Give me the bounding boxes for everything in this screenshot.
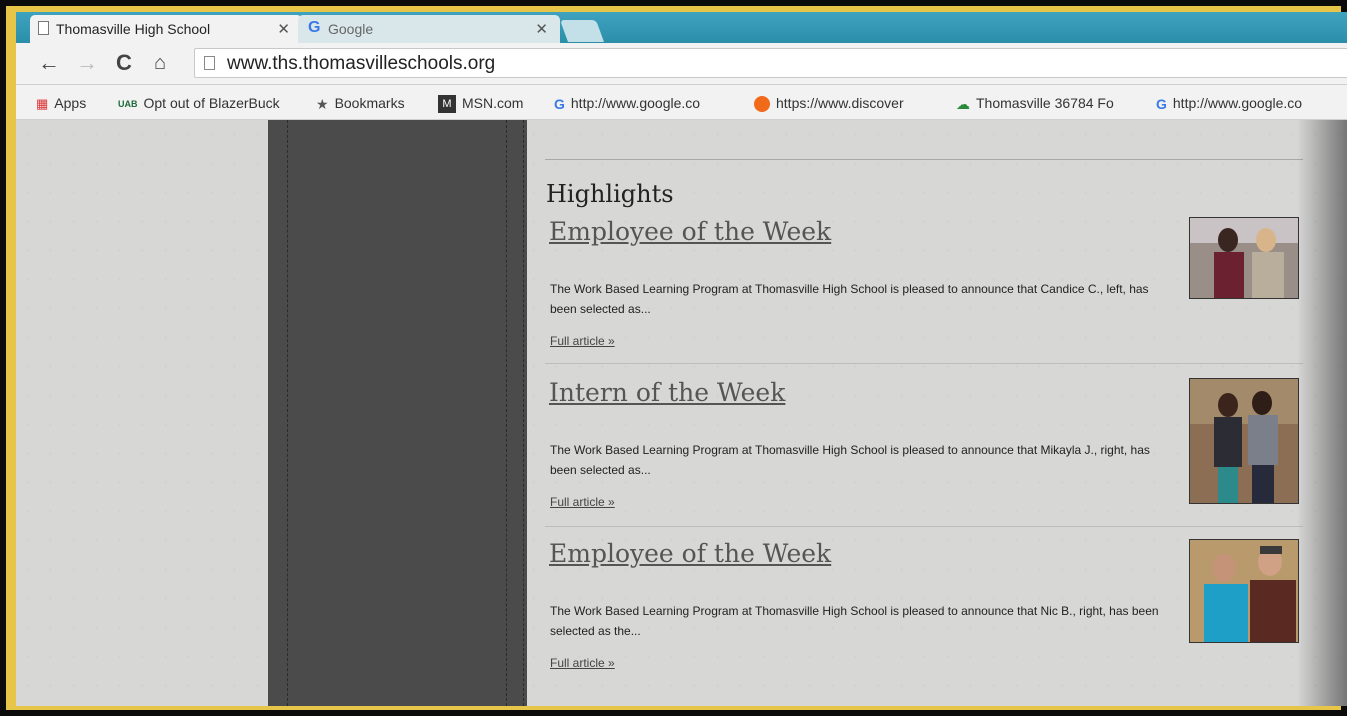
- close-icon[interactable]: ✕: [277, 20, 290, 38]
- bookmark-apps[interactable]: ▦ Apps: [36, 93, 86, 113]
- article-photo[interactable]: [1189, 217, 1299, 299]
- full-article-link[interactable]: Full article »: [550, 334, 615, 348]
- page-info-icon[interactable]: [204, 56, 215, 70]
- article-title-link[interactable]: Intern of the Week: [549, 378, 785, 407]
- google-icon: G: [308, 19, 321, 36]
- star-icon: ★: [316, 96, 329, 113]
- home-icon[interactable]: ⌂: [154, 51, 166, 75]
- forward-arrow-icon[interactable]: →: [76, 51, 98, 75]
- page-icon: [38, 21, 49, 35]
- msn-icon: M: [438, 95, 456, 113]
- divider: [545, 363, 1303, 364]
- tab-label: Google: [328, 21, 374, 37]
- url-text: www.ths.thomasvilleschools.org: [227, 53, 496, 74]
- bookmark-blazerbuck[interactable]: UAB Opt out of BlazerBuck: [118, 93, 303, 113]
- main-content: Highlights Employee of the Week The Work…: [527, 120, 1347, 706]
- weather-icon: ☁: [956, 96, 970, 113]
- dark-sidebar-column: [268, 120, 527, 706]
- google-icon: G: [1156, 96, 1167, 113]
- uab-icon: UAB: [118, 99, 138, 110]
- stitch-line: [506, 120, 507, 706]
- article-summary: The Work Based Learning Program at Thoma…: [550, 604, 1159, 638]
- article-summary: The Work Based Learning Program at Thoma…: [550, 443, 1150, 477]
- article-title-link[interactable]: Employee of the Week: [549, 539, 831, 568]
- divider: [545, 526, 1303, 527]
- browser-window: Thomasville High School ✕ G Google ✕ ← →…: [16, 12, 1347, 706]
- full-article-link[interactable]: Full article »: [550, 656, 615, 670]
- divider: [545, 159, 1303, 160]
- section-title: Highlights: [546, 180, 674, 208]
- article-item: Intern of the Week The Work Based Learni…: [545, 378, 1309, 538]
- google-icon: G: [554, 96, 565, 113]
- bookmark-google-2[interactable]: Ghttp://www.google.co: [1156, 93, 1346, 113]
- new-tab-button[interactable]: [559, 20, 605, 42]
- tab-label: Thomasville High School: [56, 21, 211, 37]
- bookmark-google-1[interactable]: Ghttp://www.google.co: [554, 93, 740, 113]
- stitch-line: [523, 120, 524, 706]
- bookmark-folder-bookmarks[interactable]: ★ Bookmarks: [316, 93, 405, 113]
- back-arrow-icon[interactable]: ←: [38, 51, 60, 75]
- edge-shadow: [1297, 120, 1347, 706]
- article-summary: The Work Based Learning Program at Thoma…: [550, 282, 1149, 316]
- article-item: Employee of the Week The Work Based Lear…: [549, 539, 1309, 699]
- address-bar[interactable]: www.ths.thomasvilleschools.org: [194, 48, 1347, 78]
- tab-google[interactable]: G Google ✕: [298, 15, 560, 43]
- tab-strip: Thomasville High School ✕ G Google ✕: [16, 12, 1347, 43]
- tab-thomasville[interactable]: Thomasville High School ✕: [30, 15, 302, 43]
- bookmark-msn[interactable]: M MSN.com: [438, 93, 523, 113]
- full-article-link[interactable]: Full article »: [550, 495, 615, 509]
- article-item: Employee of the Week The Work Based Lear…: [545, 217, 1309, 377]
- article-photo[interactable]: [1189, 378, 1299, 504]
- article-title-link[interactable]: Employee of the Week: [549, 217, 831, 246]
- apps-grid-icon: ▦: [36, 96, 49, 112]
- stitch-line: [287, 120, 288, 706]
- reload-icon[interactable]: C: [116, 51, 132, 75]
- bookmark-weather[interactable]: ☁ Thomasville 36784 Fo: [956, 93, 1146, 113]
- bookmark-discover[interactable]: https://www.discover: [754, 93, 939, 113]
- close-icon[interactable]: ✕: [535, 20, 548, 38]
- bookmarks-bar: ▦ Apps UAB Opt out of BlazerBuck ★ Bookmark…: [16, 85, 1347, 120]
- article-photo[interactable]: [1189, 539, 1299, 643]
- page-viewport: Highlights Employee of the Week The Work…: [16, 120, 1347, 706]
- toolbar: ← → C ⌂ www.ths.thomasvilleschools.org: [16, 43, 1347, 85]
- orange-circle-icon: [754, 96, 770, 113]
